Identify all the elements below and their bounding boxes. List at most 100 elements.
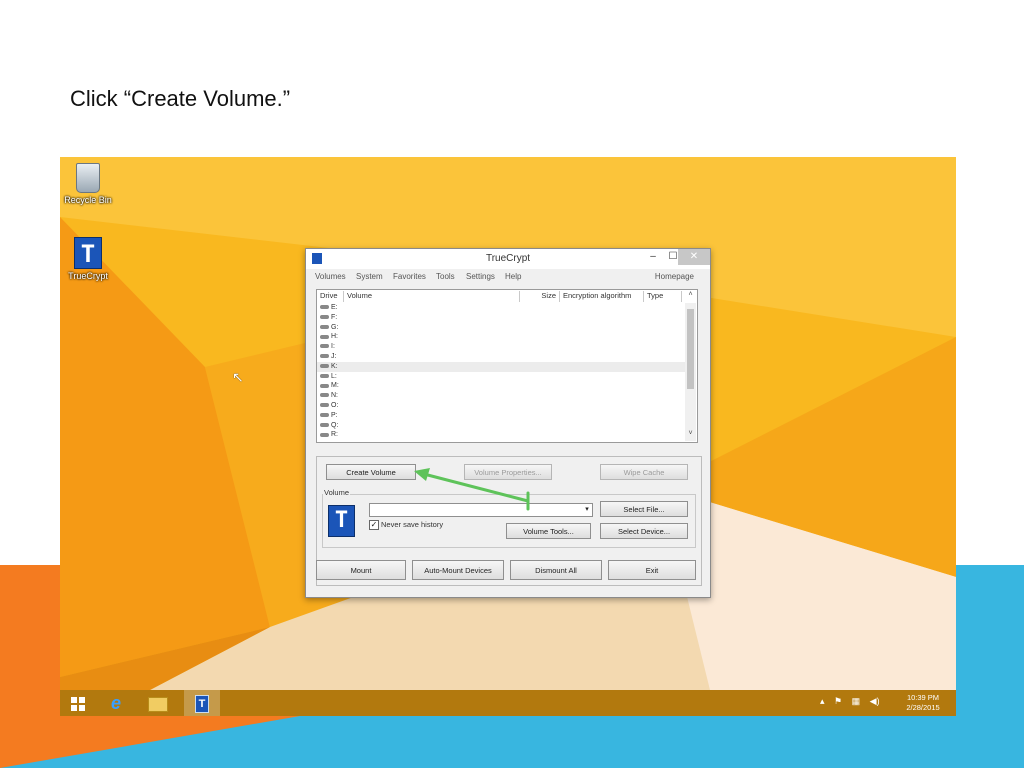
action-center-flag-icon[interactable]: ⚑ [834,696,842,706]
column-header-volume[interactable]: Volume [344,291,520,302]
column-header-size[interactable]: Size [520,291,560,302]
drive-letter: G: [331,323,339,331]
drive-icon [320,305,329,310]
drive-icon [320,324,329,329]
mount-button[interactable]: Mount [316,560,406,580]
truecrypt-icon: T [74,237,102,269]
minimize-button[interactable]: – [642,249,664,265]
truecrypt-icon: T [195,695,209,714]
drive-icon [320,314,329,319]
close-button[interactable]: ✕ [678,249,710,265]
desktop-icon-label: TrueCrypt [68,271,108,281]
drive-row[interactable]: L: [317,372,685,382]
drive-row[interactable]: Q: [317,421,685,431]
drive-letter: E: [331,304,338,311]
system-clock[interactable]: 10:39 PM 2/28/2015 [898,693,948,713]
folder-icon [148,696,168,712]
clock-date: 2/28/2015 [906,703,940,712]
never-save-history-checkbox[interactable]: ✓ [369,520,379,530]
drive-icon [320,363,329,368]
desktop-icon-truecrypt[interactable]: T TrueCrypt [62,237,114,281]
drive-icon [320,344,329,349]
taskbar-internet-explorer[interactable]: e [98,690,134,716]
menu-volumes[interactable]: Volumes [315,272,346,281]
show-hidden-icons-icon[interactable]: ▴ [820,696,825,706]
clock-time: 10:39 PM [906,693,940,702]
taskbar-file-explorer[interactable] [140,690,176,716]
mouse-cursor-icon: ↖ [232,369,244,385]
chevron-down-icon[interactable]: ▾ [582,504,592,516]
wipe-cache-button[interactable]: Wipe Cache [600,464,688,480]
drive-letter: N: [331,392,338,400]
drive-letter: J: [331,353,337,360]
create-volume-button[interactable]: Create Volume [326,464,416,480]
drive-letter: F: [331,313,338,321]
drive-icon [320,393,329,398]
drive-row[interactable]: H: [317,332,685,342]
drive-letter: O: [331,402,339,409]
slide-instruction: Click “Create Volume.” [70,86,291,111]
menu-bar: Volumes System Favorites Tools Settings … [306,270,710,284]
drive-letter: H: [331,333,338,341]
drive-row[interactable]: G: [317,323,685,333]
drive-row[interactable]: R: [317,430,685,440]
drive-letter: I: [331,343,335,351]
drive-row[interactable]: F: [317,313,685,323]
drive-icon [320,354,329,359]
drive-letter: M: [331,382,339,390]
exit-button[interactable]: Exit [608,560,696,580]
taskbar-truecrypt[interactable]: T [184,690,220,716]
dismount-all-button[interactable]: Dismount All [510,560,602,580]
scroll-thumb[interactable] [687,309,694,389]
drive-icon [320,422,329,427]
taskbar: e T ▴ ⚑ ▦ ◀) 10:39 PM 2/28/2015 [60,690,956,716]
drive-row[interactable]: K: [317,361,685,372]
drive-icon [320,412,329,417]
menu-settings[interactable]: Settings [466,272,495,281]
drive-row[interactable]: J: [317,352,685,362]
drive-list[interactable]: Drive Volume Size Encryption algorithm T… [316,289,698,443]
drive-row[interactable]: N: [317,391,685,401]
column-header-drive[interactable]: Drive [317,291,344,302]
column-header-encryption-algorithm[interactable]: Encryption algorithm [560,291,644,302]
drive-list-scrollbar[interactable]: ˄ ˅ [685,291,696,441]
menu-system[interactable]: System [356,272,383,281]
drive-icon [320,373,329,378]
drive-row[interactable]: P: [317,411,685,421]
drive-rows: E: F: G: H: I: J: K: L: M: N: O: P: Q: R: [317,303,685,441]
title-bar[interactable]: TrueCrypt – ☐ ✕ [306,249,710,269]
drive-row[interactable]: O: [317,401,685,411]
drive-icon [320,334,329,339]
desktop-screenshot: Recycle Bin T TrueCrypt ↖ TrueCrypt – ☐ … [60,157,956,716]
menu-help[interactable]: Help [505,272,521,281]
select-file-button[interactable]: Select File... [600,501,688,517]
menu-tools[interactable]: Tools [436,272,455,281]
drive-letter: L: [331,372,337,380]
drive-row[interactable]: E: [317,303,685,313]
auto-mount-devices-button[interactable]: Auto-Mount Devices [412,560,504,580]
scroll-down-arrow-icon[interactable]: ˅ [685,430,696,441]
recycle-bin-icon [76,163,100,193]
menu-favorites[interactable]: Favorites [393,272,426,281]
column-header-type[interactable]: Type [644,291,682,302]
drive-row[interactable]: I: [317,342,685,352]
volume-tools-button[interactable]: Volume Tools... [506,523,591,539]
select-device-button[interactable]: Select Device... [600,523,688,539]
speaker-icon[interactable]: ◀) [870,696,880,706]
drive-icon [320,432,329,437]
start-button[interactable] [60,690,96,716]
desktop-icon-recycle-bin[interactable]: Recycle Bin [62,163,114,205]
windows-start-icon [71,697,85,712]
scroll-up-arrow-icon[interactable]: ˄ [685,291,696,302]
drive-letter: Q: [331,421,339,429]
drive-letter: R: [331,431,338,439]
network-icon[interactable]: ▦ [852,696,861,706]
homepage-link[interactable]: Homepage [655,272,694,281]
truecrypt-logo-icon: T [328,505,355,537]
volume-group-label: Volume [323,488,351,497]
truecrypt-window: TrueCrypt – ☐ ✕ Volumes System Favorites… [305,248,711,598]
drive-row[interactable]: M: [317,381,685,391]
drive-icon [320,383,329,388]
never-save-history-label: Never save history [381,520,444,529]
annotation-arrow [414,468,530,511]
